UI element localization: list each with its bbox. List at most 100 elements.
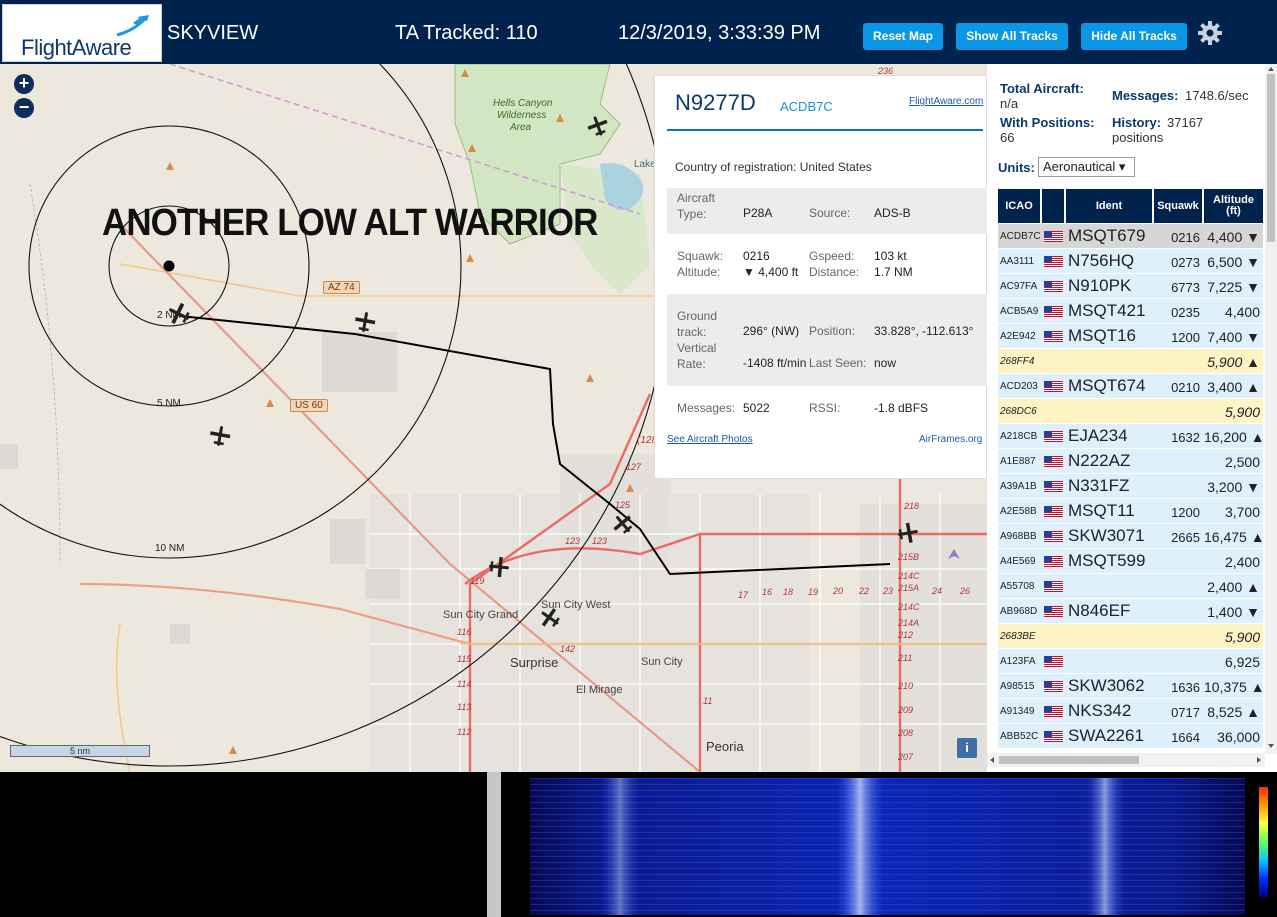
exit-label: 17 <box>738 590 749 600</box>
exit-label: 142 <box>560 644 576 654</box>
table-row[interactable]: A55708 2,400 ▲ <box>998 574 1263 599</box>
exit-label: 125 <box>615 500 631 510</box>
flightaware-link[interactable]: FlightAware.com <box>909 96 983 107</box>
zoom-in-button[interactable]: + <box>14 74 34 94</box>
distance-label: Distance: <box>809 265 860 279</box>
altitude-cell: 5,900 <box>1224 404 1260 420</box>
table-row[interactable]: 268DC6 5,900 <box>998 399 1263 424</box>
icao-cell: A2E942 <box>1000 331 1036 342</box>
col-icao[interactable]: ICAO <box>998 189 1040 223</box>
icao-cell: ABB52C <box>1000 731 1039 742</box>
popup-header: N9277D ACDB7C FlightAware.com <box>667 86 983 131</box>
altitude-value: ▼ 4,400 ft <box>743 265 799 279</box>
table-row[interactable]: ACDB7C MSQT679 0216 4,400 ▼ <box>998 224 1263 249</box>
ident-cell: MSQT679 <box>1068 226 1146 245</box>
scrollbar-track <box>990 756 1261 764</box>
col-altitude[interactable]: Altitude (ft) <box>1204 189 1263 223</box>
ident-cell: MSQT599 <box>1068 551 1146 570</box>
us-flag-icon <box>1044 581 1063 592</box>
zoom-out-button[interactable]: − <box>14 98 34 118</box>
country-line: Country of registration: United States <box>675 160 872 174</box>
table-row[interactable]: A98515 SKW3062 1636 10,375 ▲ <box>998 674 1263 699</box>
gear-icon[interactable] <box>1197 20 1223 46</box>
us-flag-icon <box>1044 656 1063 667</box>
ident-cell: SKW3071 <box>1068 526 1145 545</box>
ring-label: 10 NM <box>155 543 185 554</box>
scale-bar: 5 nm <box>10 745 150 757</box>
table-row[interactable]: 2683BE 5,900 <box>998 624 1263 649</box>
icao-cell: A218CB <box>1000 431 1038 442</box>
exit-label: 11 <box>703 696 713 706</box>
source-label: Source: <box>809 206 851 220</box>
table-row[interactable]: ABB52C SWA2261 1664 36,000 <box>998 724 1263 749</box>
aircraft-icon[interactable] <box>586 114 610 138</box>
ring-label: 2 NM <box>157 310 181 321</box>
exit-label: 116 <box>457 627 472 637</box>
aircraft-photos-link[interactable]: See Aircraft Photos <box>667 434 753 445</box>
aircraft-type-label: Aircraft Type: <box>677 191 716 221</box>
us-flag-icon <box>1044 381 1063 392</box>
place-label: El Mirage <box>576 684 623 696</box>
aircraft-icon[interactable] <box>487 555 511 579</box>
aircraft-icon[interactable] <box>611 512 635 536</box>
info-button[interactable]: i <box>957 738 977 758</box>
table-row[interactable]: A91349 NKS342 0717 8,525 ▲ <box>998 699 1263 724</box>
aircraft-icon[interactable] <box>896 521 920 545</box>
table-row[interactable]: ACB5A9 MSQT421 0235 4,400 <box>998 299 1263 324</box>
col-squawk[interactable]: Squawk <box>1154 189 1202 223</box>
aircraft-icon[interactable] <box>208 424 232 448</box>
history-unit: positions <box>1112 130 1164 145</box>
scrollbar-track <box>1267 67 1275 748</box>
aircraft-icon[interactable] <box>353 310 377 334</box>
ident-cell: NKS342 <box>1068 701 1132 720</box>
squawk-cell: 0235 <box>1171 305 1200 320</box>
exit-label: 214C <box>898 571 920 581</box>
table-row[interactable]: AA3111 N756HQ 0273 6,500 ▼ <box>998 249 1263 274</box>
exit-label: 16 <box>762 587 773 597</box>
icao-cell: ACDB7C <box>1000 231 1041 242</box>
col-flag[interactable] <box>1042 189 1064 223</box>
table-row[interactable]: A123FA 6,925 <box>998 649 1263 674</box>
icao-cell: 268DC6 <box>1000 406 1037 417</box>
altitude-cell: 16,200 ▲ <box>1204 429 1263 445</box>
icao-cell: A968BB <box>1000 531 1037 542</box>
show-all-tracks-button[interactable]: Show All Tracks <box>956 23 1068 50</box>
vertical-scrollbar[interactable] <box>1265 64 1277 754</box>
exit-label: 119 <box>470 576 485 586</box>
table-row[interactable]: A218CB EJA234 1632 16,200 ▲ <box>998 424 1263 449</box>
reset-map-button[interactable]: Reset Map <box>863 23 943 50</box>
units-select[interactable]: Aeronautical ▾ <box>1038 157 1135 177</box>
position-label: Position: <box>809 324 856 338</box>
road-shield: AZ 74 <box>323 281 360 294</box>
us-flag-icon <box>1044 256 1063 267</box>
horizontal-scrollbar[interactable] <box>987 753 1265 767</box>
flightaware-logo[interactable]: FlightAware <box>2 4 162 62</box>
exit-label: 123 <box>592 536 608 546</box>
us-flag-icon <box>1044 681 1063 692</box>
messages-rate-value: 1748.6/sec <box>1185 88 1249 103</box>
last-seen-value: now <box>874 356 897 370</box>
table-row[interactable]: A1E887 N222AZ 2,500 <box>998 449 1263 474</box>
table-row[interactable]: AC97FA N910PK 6773 7,225 ▼ <box>998 274 1263 299</box>
squawk-cell: 1200 <box>1171 330 1200 345</box>
spectrum-divider[interactable] <box>487 772 501 917</box>
table-row[interactable]: A39A1B N331FZ 3,200 ▼ <box>998 474 1263 499</box>
table-row[interactable]: A968BB SKW3071 2665 16,475 ▲ <box>998 524 1263 549</box>
table-row[interactable]: ACD203 MSQT674 0210 3,400 ▲ <box>998 374 1263 399</box>
altitude-cell: 36,000 <box>1217 729 1260 745</box>
hide-all-tracks-button[interactable]: Hide All Tracks <box>1081 23 1187 50</box>
track-section: Ground track: 296° (NW) Position: 33.828… <box>667 294 987 386</box>
airframes-link[interactable]: AirFrames.org <box>919 434 982 445</box>
table-row[interactable]: A2E58B MSQT11 1200 3,700 <box>998 499 1263 524</box>
type-section: Aircraft Type: P28A Source: ADS-B <box>667 188 987 234</box>
col-ident[interactable]: Ident <box>1066 189 1152 223</box>
altitude-cell: 3,200 ▼ <box>1207 479 1260 495</box>
altitude-cell: 6,925 <box>1224 654 1260 670</box>
ident-cell: SWA2261 <box>1068 726 1144 745</box>
table-row[interactable]: A2E942 MSQT16 1200 7,400 ▼ <box>998 324 1263 349</box>
table-row[interactable]: AB968D N846EF 1,400 ▼ <box>998 599 1263 624</box>
us-flag-icon <box>1044 481 1063 492</box>
table-row[interactable]: 268FF4 5,900 ▲ <box>998 349 1263 374</box>
table-row[interactable]: A4E569 MSQT599 2,400 <box>998 549 1263 574</box>
altitude-cell: 7,400 ▼ <box>1207 329 1260 345</box>
